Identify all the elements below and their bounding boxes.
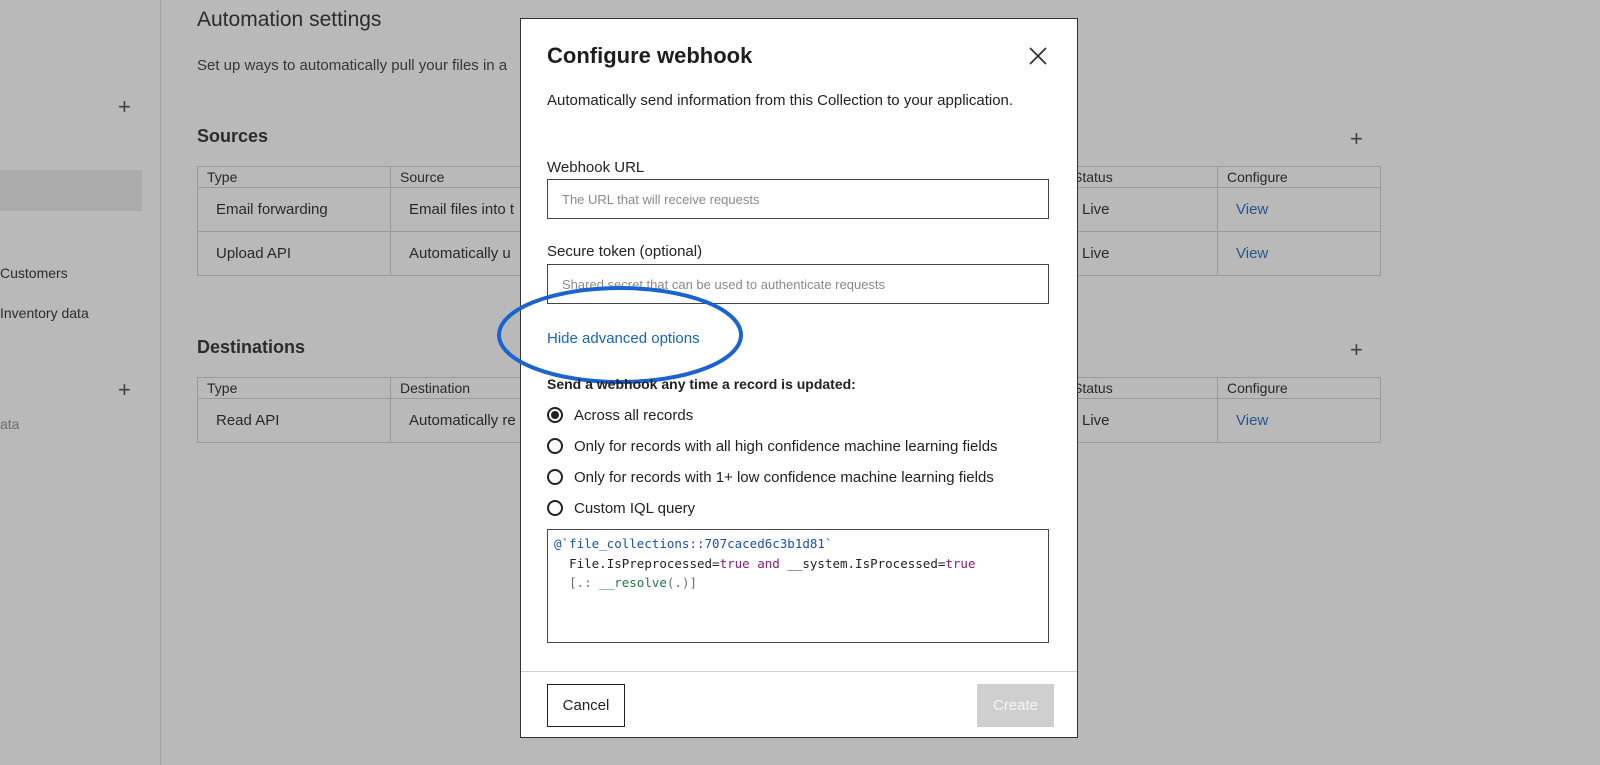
secure-token-label: Secure token (optional) <box>547 243 703 260</box>
dialog-footer-divider <box>521 671 1077 672</box>
send-webhook-label: Send a webhook any time a record is upda… <box>547 376 856 392</box>
query-keyword: true <box>945 555 976 571</box>
query-collection: @`file_collections::707caced6c3b1d81` <box>554 536 833 551</box>
radio-label: Only for records with 1+ low confidence … <box>574 468 994 486</box>
webhook-url-input[interactable] <box>547 179 1049 219</box>
close-icon[interactable] <box>1027 45 1049 67</box>
query-token: File.IsPreprocessed= <box>569 555 720 571</box>
query-token: (.)] <box>666 575 698 590</box>
cancel-button[interactable]: Cancel <box>547 684 625 727</box>
radio-across-all-records[interactable]: Across all records <box>547 404 693 426</box>
dialog-description: Automatically send information from this… <box>547 92 1014 109</box>
radio-button[interactable] <box>547 438 563 454</box>
query-token: __system.IsProcessed= <box>787 555 946 571</box>
iql-query-editor[interactable]: @`file_collections::707caced6c3b1d81` Fi… <box>547 529 1049 643</box>
hide-advanced-options-link[interactable]: Hide advanced options <box>547 330 700 347</box>
radio-custom-iql-query[interactable]: Custom IQL query <box>547 497 695 519</box>
query-keyword: true <box>719 555 750 571</box>
query-function: __resolve <box>599 575 667 590</box>
query-keyword: and <box>749 555 788 571</box>
radio-label: Only for records with all high confidenc… <box>574 437 998 455</box>
radio-label: Custom IQL query <box>574 499 696 517</box>
secure-token-input[interactable] <box>547 264 1049 304</box>
radio-button-selected[interactable] <box>547 407 563 423</box>
radio-button[interactable] <box>547 469 563 485</box>
radio-label: Across all records <box>574 406 694 424</box>
configure-webhook-dialog: Configure webhook Automatically send inf… <box>497 18 1078 738</box>
radio-low-confidence[interactable]: Only for records with 1+ low confidence … <box>547 466 994 488</box>
radio-high-confidence[interactable]: Only for records with all high confidenc… <box>547 435 998 457</box>
dialog-title: Configure webhook <box>547 43 753 68</box>
query-token: [.: <box>569 575 600 590</box>
create-button[interactable]: Create <box>977 684 1054 727</box>
webhook-url-label: Webhook URL <box>547 159 645 176</box>
radio-button[interactable] <box>547 500 563 516</box>
